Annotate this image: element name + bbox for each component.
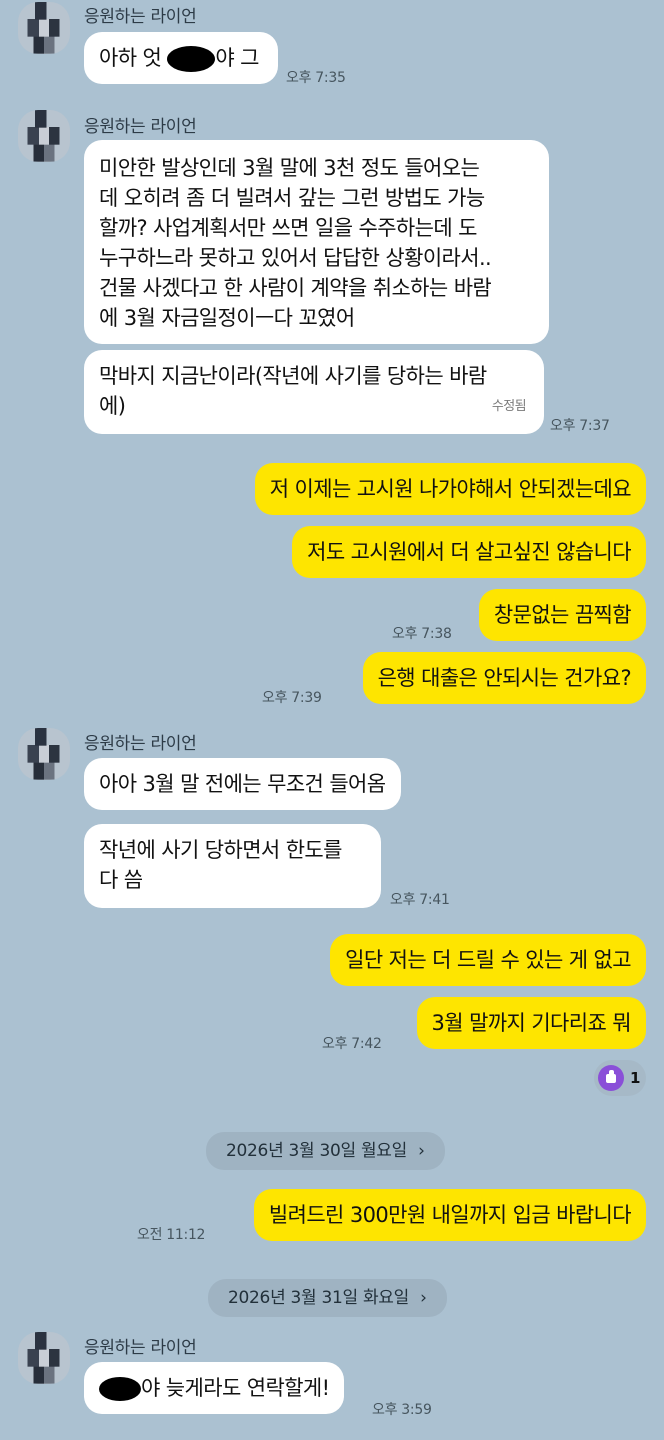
timestamp: 오후 7:42	[322, 1036, 382, 1052]
avatar[interactable]	[18, 1332, 70, 1384]
message-bubble[interactable]: 일단 저는 더 드릴 수 있는 게 없고	[330, 934, 646, 986]
message-bubble[interactable]: 저도 고시원에서 더 살고싶진 않습니다	[292, 526, 646, 578]
reaction-badge[interactable]: 1	[594, 1060, 646, 1096]
message-bubble[interactable]: 아아 3월 말 전에는 무조건 들어옴	[84, 758, 401, 810]
message-text: 아아 3월 말 전에는 무조건 들어옴	[99, 772, 386, 796]
date-label: 2026년 3월 30일 월요일	[226, 1141, 407, 1161]
edited-label: 수정됨	[491, 399, 527, 414]
message-line: 누구하느라 못하고 있어서 답답한 상황이라서..	[99, 246, 492, 270]
message-line: 에)	[99, 394, 126, 418]
message-line: 데 오히려 좀 더 빌려서 갚는 그런 방법도 가능	[99, 186, 485, 210]
thumbs-up-icon	[598, 1065, 624, 1091]
chevron-right-icon: ›	[420, 1288, 427, 1308]
sender-name: 응원하는 라이언	[84, 7, 197, 27]
message-text: 야 늦게라도 연락할게!	[141, 1376, 330, 1400]
message-line: 막바지 지금난이라(작년에 사기를 당하는 바람	[99, 364, 487, 388]
message-bubble[interactable]: 아하 엇 야 그	[84, 32, 278, 84]
avatar[interactable]	[18, 2, 70, 54]
chevron-right-icon: ›	[418, 1141, 425, 1161]
message-text: 저 이제는 고시원 나가야해서 안되겠는데요	[269, 477, 632, 501]
timestamp: 오전 11:12	[137, 1227, 206, 1243]
message-line: 건물 사겠다고 한 사람이 계약을 취소하는 바람	[99, 276, 492, 300]
timestamp: 오후 7:35	[286, 70, 346, 86]
message-bubble[interactable]: 미안한 발상인데 3월 말에 3천 정도 들어오는 데 오히려 좀 더 빌려서 …	[84, 140, 549, 344]
timestamp: 오후 7:37	[550, 418, 610, 434]
message-text: 은행 대출은 안되시는 건가요?	[377, 666, 632, 690]
date-label: 2026년 3월 31일 화요일	[228, 1288, 409, 1308]
message-bubble[interactable]: 작년에 사기 당하면서 한도를 다 씀	[84, 824, 381, 908]
sender-name: 응원하는 라이언	[84, 117, 197, 137]
message-text: 아하 엇	[99, 46, 168, 70]
message-text: 빌려드린 300만원 내일까지 입금 바랍니다	[268, 1203, 632, 1227]
message-bubble[interactable]: 3월 말까지 기다리죠 뭐	[416, 997, 646, 1049]
message-text: 저도 고시원에서 더 살고싶진 않습니다	[307, 540, 631, 564]
timestamp: 오후 7:39	[262, 690, 322, 706]
redaction-blot	[99, 1377, 141, 1401]
message-line: 할까? 사업계획서만 쓰면 일을 수주하는데 도	[99, 216, 477, 240]
message-text: 일단 저는 더 드릴 수 있는 게 없고	[345, 948, 631, 972]
date-divider[interactable]: 2026년 3월 31일 화요일 ›	[208, 1279, 447, 1317]
avatar[interactable]	[18, 110, 70, 162]
message-bubble[interactable]: 막바지 지금난이라(작년에 사기를 당하는 바람 에) 수정됨	[84, 350, 544, 434]
message-text: 3월 말까지 기다리죠 뭐	[431, 1011, 632, 1035]
message-bubble[interactable]: 은행 대출은 안되시는 건가요?	[362, 652, 646, 704]
message-bubble[interactable]: 창문없는 끔찍함	[478, 589, 646, 641]
sender-name: 응원하는 라이언	[84, 734, 197, 754]
message-line: 에 3월 자금일정이ㅡ다 꼬였어	[99, 306, 355, 330]
sender-name: 응원하는 라이언	[84, 1338, 197, 1358]
avatar[interactable]	[18, 728, 70, 780]
timestamp: 오후 7:38	[392, 626, 452, 642]
message-bubble[interactable]: 야 늦게라도 연락할게!	[84, 1362, 345, 1414]
message-text: 창문없는 끔찍함	[493, 603, 632, 627]
message-bubble[interactable]: 빌려드린 300만원 내일까지 입금 바랍니다	[253, 1189, 646, 1241]
timestamp: 오후 3:59	[372, 1402, 432, 1418]
timestamp: 오후 7:41	[390, 892, 450, 908]
redaction-blot	[167, 46, 216, 72]
message-text: 야 그	[215, 46, 259, 70]
message-line: 작년에 사기 당하면서 한도를	[99, 838, 342, 862]
message-bubble[interactable]: 저 이제는 고시원 나가야해서 안되겠는데요	[254, 463, 646, 515]
message-line: 다 씀	[99, 868, 143, 892]
reaction-count: 1	[630, 1069, 641, 1087]
date-divider[interactable]: 2026년 3월 30일 월요일 ›	[206, 1132, 445, 1170]
message-line: 미안한 발상인데 3월 말에 3천 정도 들어오는	[99, 156, 480, 180]
